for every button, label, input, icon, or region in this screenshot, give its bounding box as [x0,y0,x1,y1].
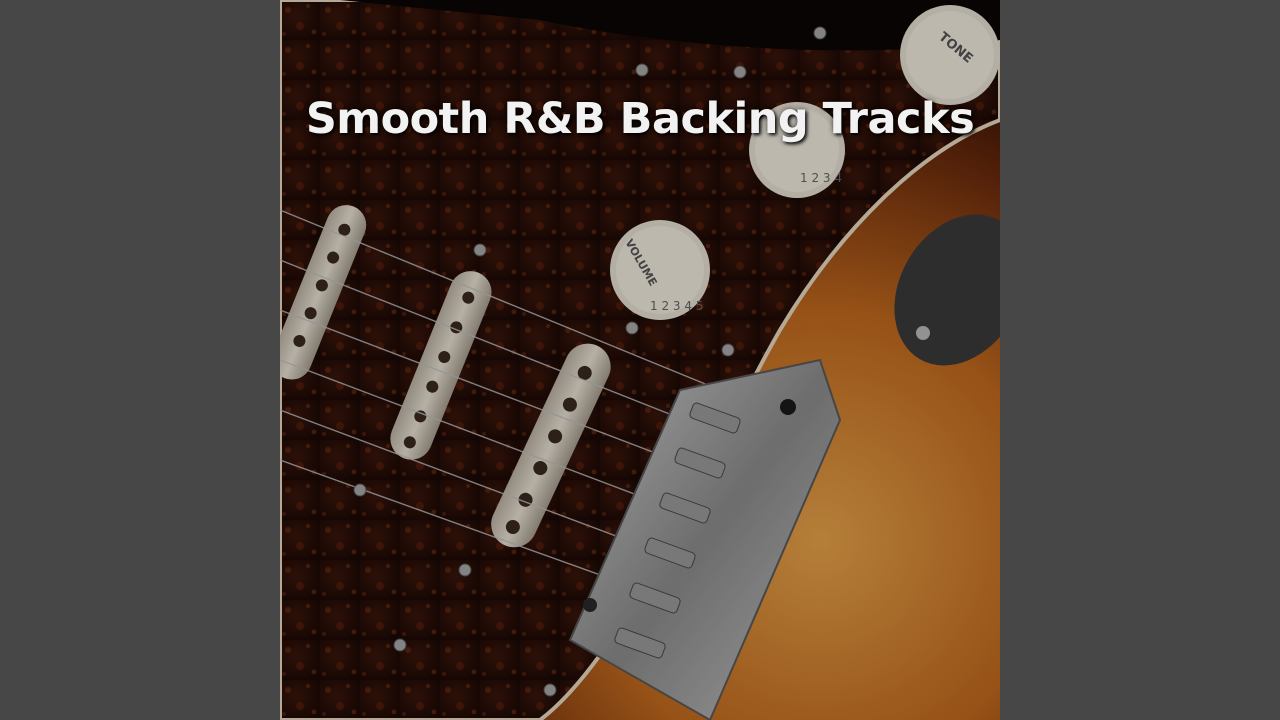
svg-text:1 2 3 4 5: 1 2 3 4 5 [650,299,703,313]
svg-text:1 2 3 4: 1 2 3 4 [800,171,842,185]
screw-icon [916,326,930,340]
album-cover-art: TONE 1 2 3 4 VOLUME 1 2 3 4 5 Smooth R&B… [280,0,1000,720]
video-frame: TONE 1 2 3 4 VOLUME 1 2 3 4 5 Smooth R&B… [0,0,1280,720]
tone-knob: TONE [900,5,1000,105]
cover-title: Smooth R&B Backing Tracks [305,94,975,144]
volume-knob: VOLUME 1 2 3 4 5 [610,220,710,320]
